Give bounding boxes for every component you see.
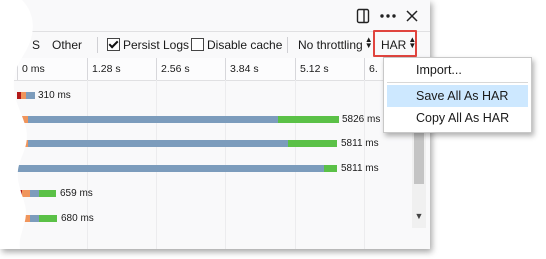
updown-arrows-icon: ▲ ▼ <box>364 35 373 50</box>
request-row[interactable]: 5811 ms <box>0 158 412 180</box>
menu-item-copy-all-as-har[interactable]: Copy All As HAR <box>387 107 528 129</box>
har-menu: Import... Save All As HAR Copy All As HA… <box>383 57 532 133</box>
menu-item-import[interactable]: Import... <box>387 59 528 81</box>
request-duration-label: 310 ms <box>38 90 71 101</box>
timing-waiting <box>17 165 324 172</box>
network-panel: S Other Persist Logs Disable cache No th… <box>0 0 430 249</box>
waterfall-header: 0 ms 1.28 s 2.56 s 3.84 s 5.12 s 6. <box>0 58 412 81</box>
timeline-tick-label: 1.28 s <box>87 58 121 80</box>
checkbox-checked-icon <box>107 38 120 51</box>
request-row[interactable]: 680 ms <box>0 208 412 230</box>
close-icon <box>406 10 418 22</box>
timing-receiving <box>288 140 337 147</box>
request-row[interactable]: 5826 ms <box>0 109 412 131</box>
dock-side-button[interactable] <box>352 5 374 27</box>
request-duration-label: 5811 ms <box>341 163 379 174</box>
throttling-select[interactable]: No throttling ▲ ▼ <box>298 32 373 58</box>
timeline-tick-label: 5.12 s <box>295 58 329 80</box>
dock-side-icon <box>356 8 370 24</box>
har-button-highlight <box>373 30 417 57</box>
more-icon <box>380 14 396 18</box>
menu-separator <box>387 82 528 83</box>
scroll-down-arrow-icon[interactable]: ▼ <box>412 209 426 223</box>
disable-cache-checkbox[interactable]: Disable cache <box>191 32 282 58</box>
request-duration-label: 680 ms <box>61 213 94 224</box>
checkbox-unchecked-icon <box>191 38 204 51</box>
request-row[interactable]: 5811 ms <box>0 133 412 155</box>
filter-button-other[interactable]: Other <box>52 32 82 58</box>
timing-receiving <box>39 215 57 222</box>
network-toolbar: S Other Persist Logs Disable cache No th… <box>0 31 430 59</box>
request-row[interactable]: 310 ms <box>0 85 412 107</box>
timeline-tick-label: 2.56 s <box>156 58 190 80</box>
request-duration-label: 5811 ms <box>341 138 379 149</box>
more-button[interactable] <box>377 5 399 27</box>
disable-cache-label: Disable cache <box>207 38 283 52</box>
throttling-label: No throttling <box>298 38 363 52</box>
close-button[interactable] <box>401 5 423 27</box>
timeline-tick-label: 3.84 s <box>225 58 259 80</box>
timing-receiving <box>39 190 56 197</box>
torn-edge <box>0 0 33 249</box>
persist-logs-checkbox[interactable]: Persist Logs <box>107 32 189 58</box>
toolbar-divider <box>97 37 98 53</box>
timing-receiving <box>324 165 337 172</box>
request-duration-label: 659 ms <box>60 188 93 199</box>
menu-item-save-all-as-har[interactable]: Save All As HAR <box>387 85 528 107</box>
toolbar-divider <box>287 37 288 53</box>
timeline-tick-label: 6. <box>364 58 378 80</box>
request-duration-label: 5826 ms <box>342 114 381 125</box>
request-row[interactable]: 659 ms <box>0 183 412 205</box>
timing-receiving <box>278 116 339 123</box>
timing-waiting <box>28 140 288 147</box>
persist-logs-label: Persist Logs <box>123 38 190 52</box>
timing-waiting <box>28 116 278 123</box>
